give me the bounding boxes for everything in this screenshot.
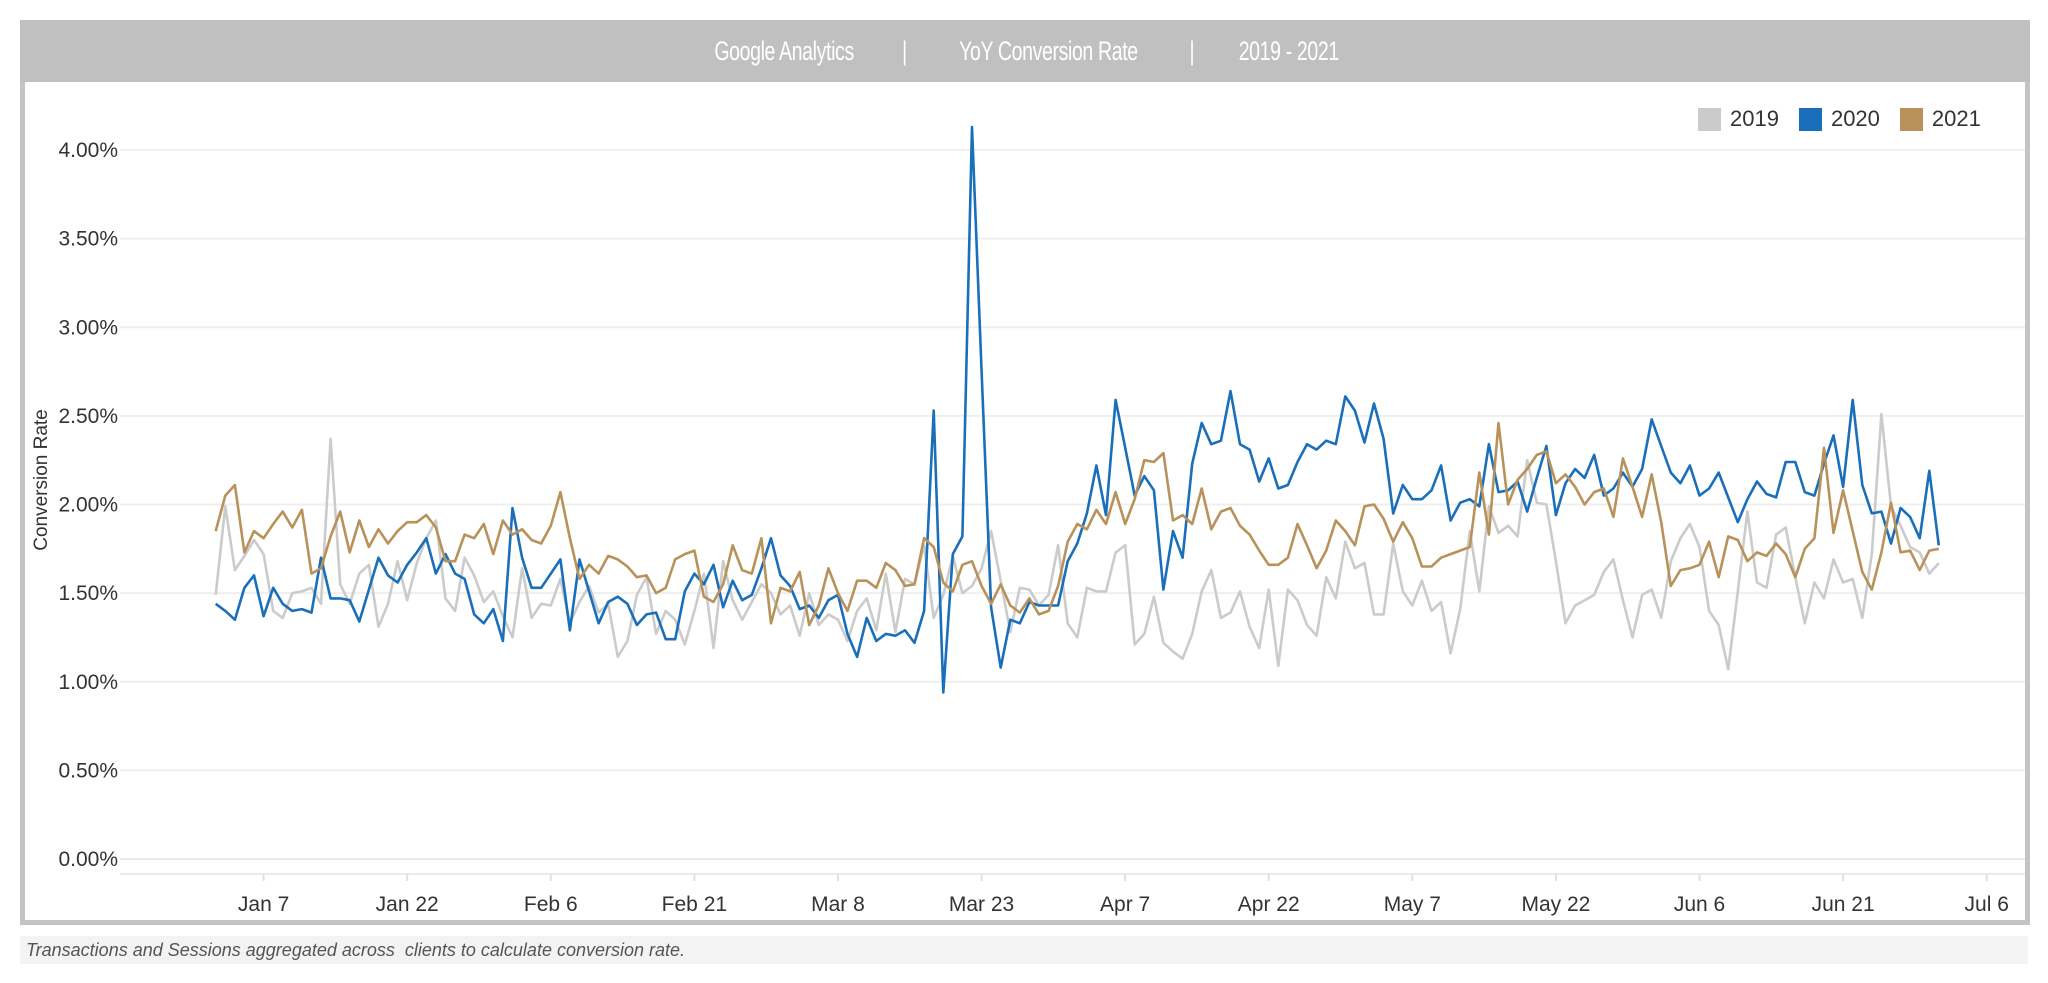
y-tick-label: 3.00%	[58, 316, 118, 339]
x-tick-label: Jul 6	[1965, 893, 2009, 916]
x-tick-label: Mar 8	[811, 893, 865, 916]
x-tick-label: Mar 23	[949, 893, 1014, 916]
series-line-2021	[214, 421, 1940, 627]
x-tick-label: Feb 6	[524, 893, 578, 916]
y-axis-title: Conversion Rate	[31, 409, 52, 551]
y-tick-label: 0.50%	[58, 759, 118, 782]
gridlines	[120, 149, 2025, 875]
legend-swatch	[1698, 107, 1721, 131]
series-line-2020	[214, 125, 1941, 694]
x-tick-label: Feb 21	[662, 893, 727, 916]
x-tick-label: May 22	[1521, 893, 1590, 916]
y-tick-label: 1.00%	[58, 671, 118, 694]
x-tick-label: Jan 22	[376, 893, 439, 916]
x-tick-label: Jun 6	[1674, 893, 1725, 916]
x-tick-label: Jun 21	[1812, 893, 1875, 916]
legend-item-2021[interactable]: 2021	[1899, 106, 1981, 132]
series-lines	[214, 125, 1941, 694]
y-tick-label: 2.00%	[58, 494, 118, 517]
x-tick-label: Jan 7	[238, 893, 289, 916]
legend-label: 2021	[1931, 106, 1981, 131]
legend-label: 2019	[1730, 106, 1779, 131]
y-tick-label: 0.00%	[58, 848, 118, 871]
y-tick-label: 1.50%	[58, 582, 118, 605]
y-tick-label: 3.50%	[58, 228, 118, 251]
line-chart: 0.00% 0.50% 1.00% 1.50% 2.00% 2.50% 3.00% 3.50%…	[58, 125, 2025, 916]
x-axis-ticks: Jan 7 Jan 22 Feb 6 Feb 21 Mar 8 Mar 23 Apr 7 Ap…	[238, 874, 2009, 916]
x-tick-label: Apr 22	[1238, 893, 1300, 916]
footnote: Transactions and Sessions aggregated acr…	[20, 936, 2028, 964]
x-tick-label: Apr 7	[1100, 893, 1150, 916]
y-tick-label: 2.50%	[58, 405, 118, 428]
legend: 2019 2020 2021	[1698, 106, 2001, 132]
legend-item-2019[interactable]: 2019	[1698, 106, 1779, 132]
legend-swatch	[1798, 107, 1822, 131]
legend-swatch	[1899, 107, 1923, 131]
y-tick-label: 4.00%	[58, 139, 118, 162]
legend-label: 2020	[1830, 106, 1880, 131]
legend-item-2020[interactable]: 2020	[1798, 106, 1880, 132]
x-tick-label: May 7	[1384, 893, 1441, 916]
y-axis-ticks: 0.00% 0.50% 1.00% 1.50% 2.00% 2.50% 3.00% 3.50%…	[58, 139, 118, 871]
